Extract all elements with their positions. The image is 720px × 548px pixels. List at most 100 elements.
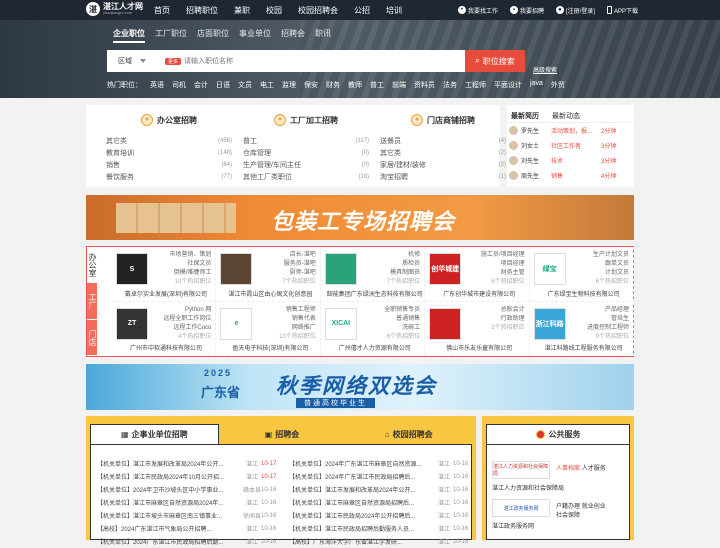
hot-job-link[interactable]: 平面设计	[494, 80, 522, 90]
company-job-link[interactable]: 远程全职工作岗位	[163, 315, 211, 324]
company-name[interactable]: 广东绿宝生物科技有限公司	[534, 289, 634, 298]
nav-parttime[interactable]: 兼职	[234, 5, 250, 16]
job-row[interactable]: 【机关单位】湛江市民政局招聘后勤服务人员... 湛江 10-16	[289, 522, 473, 535]
job-row[interactable]: 【机关单位】湛江市发展和改革局2024年公开... 湛江 10-16	[289, 483, 473, 496]
company-logo[interactable]: 浙江科路	[533, 307, 566, 340]
company-job-link[interactable]: 生产计划文员	[593, 251, 629, 260]
category-header[interactable]: ● 工厂加工招聘	[241, 105, 371, 135]
company-job-link[interactable]: 总账会计	[491, 306, 525, 315]
find-job-link[interactable]: • 我要找工作	[457, 6, 498, 15]
hot-job-link[interactable]: 教师	[348, 80, 362, 90]
company-name[interactable]: 广州僖才人力资源有限公司	[325, 343, 425, 352]
company-card[interactable]: 浙江科路 产品经理 管培生 进度控制工程师 9个热招职位 湛江科路线工程服务有限公司	[529, 301, 634, 356]
advanced-search-link[interactable]: 高级搜索	[533, 65, 557, 74]
hot-job-link[interactable]: 法务	[443, 80, 457, 90]
resume-row[interactable]: 周先生 销售 4分钟	[507, 168, 634, 183]
talent-service-link[interactable]: 人才服务	[582, 466, 606, 472]
job-title[interactable]: 【机关单位】2024年广东湛江市民政局招聘后...	[289, 472, 435, 481]
tab-factory-jobs[interactable]: 工厂职位	[155, 28, 187, 43]
company-card[interactable]: 机修 质检员 模具制图员 7个热招职位 韶能集团广东绿洲生态科技有限公司	[320, 247, 426, 302]
company-card[interactable]: 创华城建 施工员/项目经理 项目经理 财务主管 6个热招职位 广东创华城市建设有限公司	[425, 247, 530, 302]
job-title[interactable]: 【机关单位】湛江市发展和改革局2024年公开...	[97, 459, 243, 468]
hot-job-link[interactable]: 日语	[216, 80, 230, 90]
company-job-link[interactable]: 服务员-湛吧	[282, 260, 316, 269]
household-link[interactable]: 户籍办理	[556, 504, 580, 510]
hot-job-link[interactable]: 外贸	[551, 80, 565, 90]
resume-row[interactable]: 刘女士 社区工作者 3分钟	[507, 138, 634, 153]
job-title[interactable]: 【机关单位】2024年卫市沙坡头区中小学事业...	[97, 485, 243, 494]
company-job-link[interactable]: 网络推广	[279, 324, 316, 333]
company-logo[interactable]: ZT	[116, 307, 148, 340]
hot-job-link[interactable]: 普工	[370, 80, 384, 90]
tab-latest-resumes[interactable]: 最新简历	[511, 111, 539, 122]
job-row[interactable]: 【机关单位】湛江市麻章区自然资源局2024年... 湛江 10-16	[97, 496, 281, 509]
category-item[interactable]: 其它类 (2)	[378, 147, 508, 159]
hot-job-link[interactable]: 财务	[326, 80, 340, 90]
recruit-link[interactable]: ▪ 我要招聘	[509, 6, 544, 15]
tab-institution-jobs[interactable]: ▦ 企事业单位招聘	[90, 424, 219, 444]
job-row[interactable]: 【机关单位】2024年广东湛江市麻章区自然资源... 湛江 10-16	[289, 457, 473, 470]
company-job-link[interactable]: 项目经理	[481, 260, 525, 269]
search-input[interactable]: 请输入职位名称	[184, 56, 233, 66]
company-job-link[interactable]: 机修	[387, 251, 420, 260]
nav-campus-fair[interactable]: 校园招聘会	[298, 5, 338, 16]
nav-training[interactable]: 培训	[386, 5, 402, 16]
packaging-fair-banner[interactable]: 包装工专场招聘会	[86, 195, 634, 240]
company-name[interactable]: 湛江科路线工程服务有限公司	[534, 343, 634, 352]
company-job-link[interactable]: 管培生	[587, 315, 629, 324]
company-job-link[interactable]: 产品经理	[587, 306, 629, 315]
company-card[interactable]: XICAI 全职销售专员 普通销售 洗碗工 6个热招职位 广州僖才人力资源有限公司	[320, 301, 426, 356]
tab-news[interactable]: 职讯	[315, 28, 331, 43]
company-job-link[interactable]: 社保文员	[169, 260, 211, 269]
company-job-link[interactable]: 质检员	[387, 260, 420, 269]
tab-latest-updates[interactable]: 最新动态	[552, 111, 580, 122]
tab-store-jobs[interactable]: 店面职位	[197, 28, 229, 43]
category-item[interactable]: 销售 (84)	[104, 159, 234, 171]
company-job-link[interactable]: 销售代表	[279, 315, 316, 324]
company-card[interactable]: ZT Python 网远程全职工作岗位 远程工作Coco 4个热招职位 广州市中软通科技…	[112, 301, 217, 356]
category-item[interactable]: 普工 (117)	[241, 135, 371, 147]
company-job-link[interactable]: 市场营销、策划	[169, 251, 211, 260]
category-item[interactable]: 家居/建材/装修 (2)	[378, 159, 508, 171]
hot-job-link[interactable]: 司机	[172, 80, 186, 90]
company-name[interactable]: 广州市中软通科技有限公司	[116, 343, 216, 352]
job-row[interactable]: 【机关单位】湛江市民政局2024年公开招聘后... 湛江 10-16	[289, 509, 473, 522]
company-card[interactable]: e 销售工程师 销售代表 网络推广 10个热招职位 盈天电子科技(深圳)有限公司	[216, 301, 321, 356]
job-title[interactable]: 【机关单位】湛江市麻章区自然资源局招聘后...	[289, 498, 435, 507]
company-job-link[interactable]: 计划文员	[593, 269, 629, 278]
category-item[interactable]: 送餐员 (4)	[378, 135, 508, 147]
company-job-link[interactable]: 财务主管	[481, 269, 525, 278]
company-logo[interactable]: S	[116, 253, 148, 285]
company-job-link[interactable]: 行政助理	[491, 315, 525, 324]
job-row[interactable]: 【高校】2024广东湛江市气象局公开招聘... 湛江 10-16	[97, 522, 281, 535]
company-job-link[interactable]: 普通销售	[384, 315, 420, 324]
hot-job-link[interactable]: 英语	[150, 80, 164, 90]
hot-job-link[interactable]: 前端	[392, 80, 406, 90]
company-name[interactable]: 戴卓尔实业发展(深圳)有限公司	[116, 289, 216, 298]
hot-job-link[interactable]: 保安	[304, 80, 318, 90]
company-job-link[interactable]: 全职销售专员	[384, 306, 420, 315]
job-title[interactable]: 【机关单位】湛江市民政局招聘后勤服务人员...	[289, 524, 435, 533]
company-logo[interactable]	[220, 253, 253, 285]
company-job-link[interactable]: 洗碗工	[384, 324, 420, 333]
company-card[interactable]: 店长-湛吧 服务员-湛吧 厨师-湛吧 7个热招职位 湛江市霞山区由心阁文化创意园	[216, 247, 321, 302]
tab-campus-fairs[interactable]: ⌂ 校园招聘会	[345, 424, 472, 444]
job-row[interactable]: 【机关单位】湛江市坡头市麻章区南三镇事业... 徐闻县 10-16	[97, 509, 281, 522]
job-title[interactable]: 【机关单位】2024年广东湛江市麻章区自然资源...	[289, 459, 435, 468]
resume-row[interactable]: 刘先生 技术 3分钟	[507, 153, 634, 168]
company-job-link[interactable]: 厨师-湛吧	[282, 269, 316, 278]
job-row[interactable]: 【机关单位】湛江市麻章区自然资源局招聘后... 湛江 10-16	[289, 496, 473, 509]
side-tab-office[interactable]: 办公室	[87, 247, 97, 283]
employment-link[interactable]: 就业创业	[582, 504, 606, 510]
app-download-link[interactable]: APP下载	[606, 6, 638, 15]
nav-home[interactable]: 首页	[154, 5, 170, 16]
archives-link[interactable]: 人事档案	[556, 466, 580, 472]
company-logo[interactable]	[324, 253, 357, 285]
category-item[interactable]: 餐饮服务 (77)	[104, 171, 234, 183]
job-row[interactable]: 【高校】广东海洋大学广东省湛江学发研... 湛江 10-16	[289, 535, 473, 548]
hot-job-link[interactable]: 资料员	[414, 80, 435, 90]
tab-institution[interactable]: 事业单位	[239, 28, 271, 43]
company-job-link[interactable]: 远程工作Coco	[163, 324, 211, 333]
hot-job-link[interactable]: 会计	[194, 80, 208, 90]
job-row[interactable]: 【机关单位】2024年卫市沙坡头区中小学事业... 赣本县 10-16	[97, 483, 281, 496]
